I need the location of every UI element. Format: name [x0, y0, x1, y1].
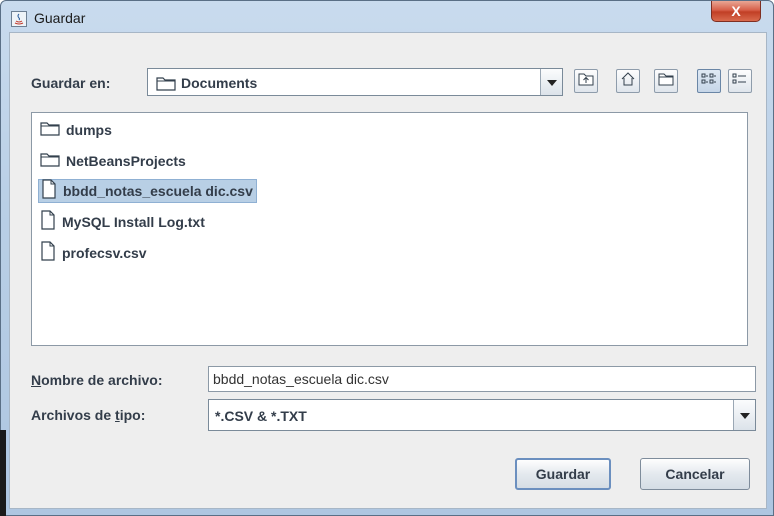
new-folder-button[interactable]: [654, 69, 678, 93]
background-window-edge: [0, 430, 6, 516]
save-dialog-window: Guardar X Guardar en: Documents dumps Ne…: [0, 0, 774, 516]
folder-icon: [40, 151, 60, 172]
filename-input[interactable]: bbdd_notas_escuela dic.csv: [208, 366, 756, 392]
details-view-button[interactable]: [728, 69, 752, 93]
file-icon: [40, 209, 56, 235]
folder-icon: [156, 75, 176, 96]
filetype-label: Archivos de tipo:: [31, 407, 145, 423]
folder-icon: [40, 120, 60, 141]
close-button[interactable]: X: [711, 1, 761, 22]
save-button[interactable]: Guardar: [515, 458, 611, 490]
folder-up-icon: [578, 72, 594, 91]
filetype-label-post: ipo:: [119, 407, 146, 423]
list-item-file[interactable]: profecsv.csv: [38, 240, 150, 266]
java-app-icon: [11, 11, 27, 27]
up-one-level-button[interactable]: [574, 69, 598, 93]
chevron-down-icon: [739, 406, 750, 424]
list-item-file-selected[interactable]: bbdd_notas_escuela dic.csv: [38, 178, 257, 204]
list-item-label: NetBeansProjects: [66, 153, 186, 169]
filetype-value: *.CSV & *.TXT: [215, 408, 307, 424]
list-item-folder[interactable]: NetBeansProjects: [38, 149, 189, 173]
save-in-label: Guardar en:: [31, 75, 111, 91]
list-item-label: MySQL Install Log.txt: [62, 214, 205, 230]
filename-label-mnemonic: N: [31, 372, 42, 388]
list-item-label: profecsv.csv: [62, 245, 147, 261]
cancel-button[interactable]: Cancelar: [640, 458, 750, 490]
dialog-body: Guardar en: Documents dumps NetBeansProj…: [9, 32, 767, 509]
filetype-select[interactable]: *.CSV & *.TXT: [208, 399, 756, 431]
home-icon: [620, 71, 636, 92]
save-in-value: Documents: [181, 75, 258, 91]
list-item-file[interactable]: MySQL Install Log.txt: [38, 209, 208, 235]
filename-label: Nombre de archivo:: [31, 372, 163, 388]
filename-label-text: ombre de archivo:: [41, 372, 163, 388]
list-view-button[interactable]: [697, 69, 721, 93]
file-icon: [41, 178, 57, 204]
save-in-dropdown-arrow[interactable]: [540, 69, 562, 95]
list-view-icon: [701, 72, 717, 91]
list-item-label: dumps: [66, 122, 112, 138]
filetype-dropdown-arrow[interactable]: [733, 400, 755, 430]
filetype-label-pre: Archivos de: [31, 407, 116, 423]
new-folder-icon: [658, 72, 674, 91]
home-button[interactable]: [616, 69, 640, 93]
file-icon: [40, 240, 56, 266]
close-icon: X: [731, 3, 741, 19]
list-item-folder[interactable]: dumps: [38, 118, 115, 142]
details-view-icon: [732, 72, 748, 91]
chevron-down-icon: [546, 73, 557, 91]
file-list[interactable]: dumps NetBeansProjects bbdd_notas_escuel…: [31, 112, 748, 346]
list-item-label: bbdd_notas_escuela dic.csv: [63, 183, 253, 199]
window-title: Guardar: [34, 10, 86, 26]
title-bar[interactable]: Guardar X: [1, 1, 773, 35]
save-in-combo[interactable]: Documents: [147, 68, 563, 96]
